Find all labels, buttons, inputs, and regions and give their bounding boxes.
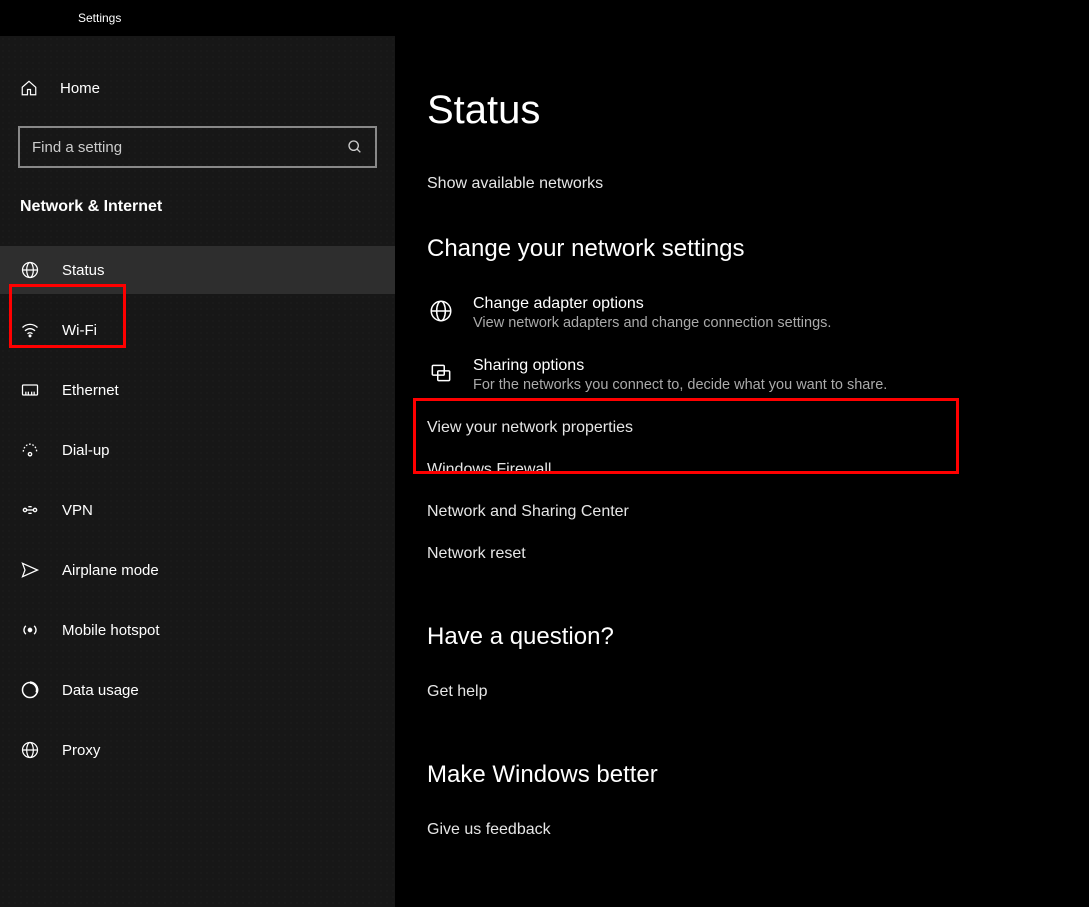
option-desc: For the networks you connect to, decide …: [473, 377, 887, 393]
home-nav[interactable]: Home: [0, 68, 395, 108]
nav-label: Dial-up: [62, 442, 110, 459]
sharing-icon: [427, 359, 455, 387]
vpn-icon: [20, 500, 40, 520]
link-network-reset[interactable]: Network reset: [427, 545, 1089, 563]
option-title: Change adapter options: [473, 295, 831, 313]
nav-item-data-usage[interactable]: Data usage: [0, 666, 395, 714]
option-desc: View network adapters and change connect…: [473, 315, 831, 331]
airplane-icon: [20, 560, 40, 580]
link-get-help[interactable]: Get help: [427, 683, 1089, 701]
link-network-properties[interactable]: View your network properties: [427, 419, 1089, 437]
adapter-icon: [427, 297, 455, 325]
nav-label: Data usage: [62, 682, 139, 699]
home-icon: [20, 79, 38, 97]
window-title: Settings: [78, 11, 121, 25]
dialup-icon: [20, 440, 40, 460]
nav-item-airplane[interactable]: Airplane mode: [0, 546, 395, 594]
nav-item-status[interactable]: Status: [0, 246, 395, 294]
page-title: Status: [427, 88, 1089, 133]
show-networks-link[interactable]: Show available networks: [427, 175, 603, 193]
search-icon: [347, 139, 363, 155]
nav-label: VPN: [62, 502, 93, 519]
category-header: Network & Internet: [0, 168, 395, 216]
sidebar: Home Network & Internet: [0, 36, 395, 907]
link-feedback[interactable]: Give us feedback: [427, 821, 1089, 839]
nav-label: Mobile hotspot: [62, 622, 160, 639]
ethernet-icon: [20, 380, 40, 400]
hotspot-icon: [20, 620, 40, 640]
wifi-icon: [20, 320, 40, 340]
option-sharing[interactable]: Sharing options For the networks you con…: [427, 357, 1089, 419]
titlebar: Settings: [0, 0, 1089, 36]
home-label: Home: [60, 80, 100, 97]
nav-label: Airplane mode: [62, 562, 159, 579]
main-panel: Status Show available networks Change yo…: [395, 36, 1089, 907]
proxy-icon: [20, 740, 40, 760]
option-change-adapter[interactable]: Change adapter options View network adap…: [427, 295, 1089, 357]
nav-item-wifi[interactable]: Wi-Fi: [0, 306, 395, 354]
nav-label: Wi-Fi: [62, 322, 97, 339]
globe-icon: [20, 260, 40, 280]
link-windows-firewall[interactable]: Windows Firewall: [427, 461, 1089, 479]
nav-label: Status: [62, 262, 105, 279]
link-network-sharing-center[interactable]: Network and Sharing Center: [427, 503, 1089, 521]
nav-item-ethernet[interactable]: Ethernet: [0, 366, 395, 414]
question-title: Have a question?: [427, 623, 1089, 651]
search-input[interactable]: [32, 139, 347, 156]
nav-label: Proxy: [62, 742, 100, 759]
data-usage-icon: [20, 680, 40, 700]
search-box[interactable]: [18, 126, 377, 168]
nav-label: Ethernet: [62, 382, 119, 399]
nav-item-vpn[interactable]: VPN: [0, 486, 395, 534]
change-settings-title: Change your network settings: [427, 235, 1089, 263]
better-title: Make Windows better: [427, 761, 1089, 789]
nav-item-hotspot[interactable]: Mobile hotspot: [0, 606, 395, 654]
nav-item-dialup[interactable]: Dial-up: [0, 426, 395, 474]
nav-item-proxy[interactable]: Proxy: [0, 726, 395, 774]
option-title: Sharing options: [473, 357, 887, 375]
